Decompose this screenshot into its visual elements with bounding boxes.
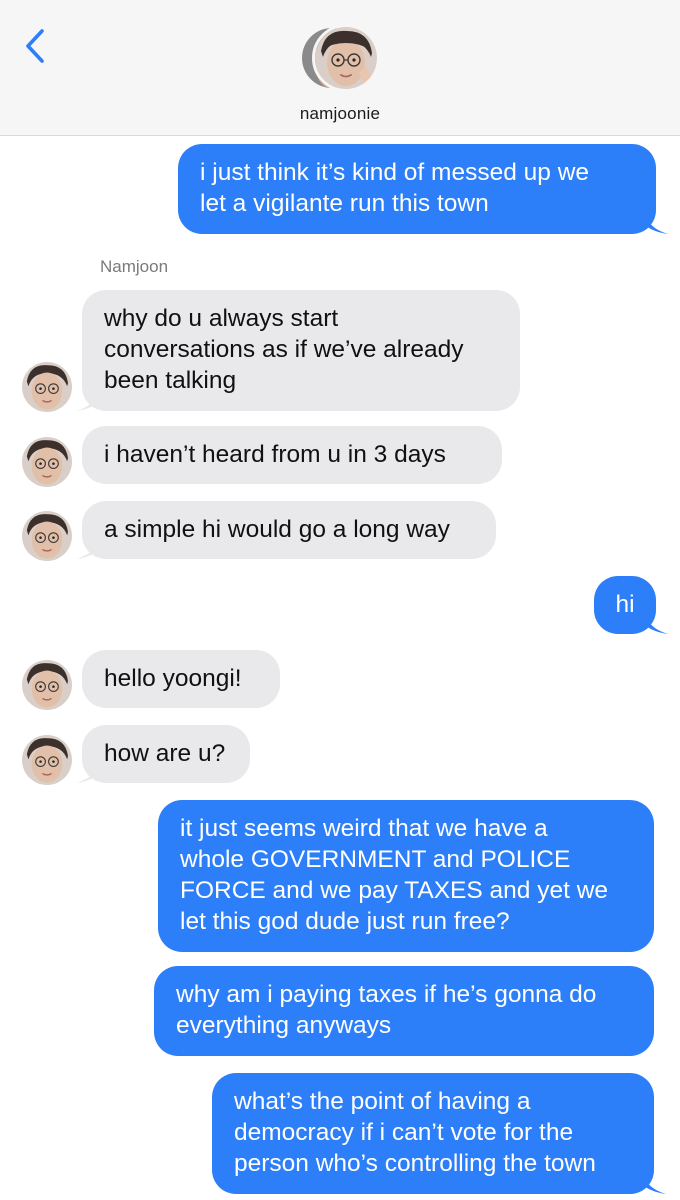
sender-name-label: Namjoon bbox=[100, 257, 169, 276]
message-line: it just seems weird that we have a bbox=[180, 815, 548, 842]
sender-avatar[interactable] bbox=[22, 437, 72, 487]
sent-message-bubble[interactable]: why am i paying taxes if he’s gonna do e… bbox=[154, 966, 654, 1056]
messages-screen: namjoonie i just think it’s kind of mess… bbox=[0, 0, 680, 1200]
chevron-left-icon bbox=[26, 29, 44, 63]
received-message-bubble[interactable]: how are u? bbox=[82, 725, 250, 783]
message-line: why am i paying taxes if he’s gonna do bbox=[176, 981, 597, 1008]
message-line: what’s the point of having a bbox=[234, 1088, 531, 1115]
sent-message-bubble[interactable]: i just think it’s kind of messed up we l… bbox=[178, 144, 656, 234]
sent-message-bubble[interactable]: it just seems weird that we have a whole… bbox=[158, 800, 654, 952]
sent-message-bubble[interactable]: what’s the point of having a democracy i… bbox=[212, 1073, 654, 1194]
message-line: FORCE and we pay TAXES and yet we bbox=[180, 877, 609, 904]
message-line: been talking bbox=[104, 367, 237, 394]
conversation-header: namjoonie bbox=[0, 0, 680, 136]
message-line: i just think it’s kind of messed up we bbox=[200, 159, 590, 186]
sender-avatar[interactable] bbox=[22, 511, 72, 561]
received-message-bubble[interactable]: a simple hi would go a long way bbox=[82, 501, 496, 559]
sender-avatar[interactable] bbox=[22, 735, 72, 785]
received-bubble-tail bbox=[76, 763, 98, 783]
message-line: conversations as if we’ve already bbox=[104, 336, 464, 363]
received-message-bubble[interactable]: why do u always start conversations as i… bbox=[82, 290, 520, 411]
sender-avatar[interactable] bbox=[22, 660, 72, 710]
sent-bubble-tail bbox=[644, 1174, 666, 1194]
sender-avatar[interactable] bbox=[22, 362, 72, 412]
message-line: let a vigilante run this town bbox=[200, 190, 489, 217]
received-bubble-tail bbox=[76, 391, 98, 411]
message-line: let this god dude just run free? bbox=[180, 908, 510, 935]
received-bubble-tail bbox=[76, 539, 98, 559]
message-line: why do u always start bbox=[104, 305, 339, 332]
back-button[interactable] bbox=[18, 26, 52, 66]
sent-bubble-tail bbox=[646, 214, 668, 234]
message-line: person who’s controlling the town bbox=[234, 1150, 596, 1177]
message-line: a simple hi would go a long way bbox=[104, 516, 450, 543]
received-message-bubble[interactable]: i haven’t heard from u in 3 days bbox=[82, 426, 502, 484]
message-line: hello yoongi! bbox=[104, 665, 242, 692]
contact-avatar[interactable] bbox=[298, 24, 384, 94]
contact-name[interactable]: namjoonie bbox=[0, 104, 680, 124]
sent-bubble-tail bbox=[646, 614, 668, 634]
contact-avatar-front bbox=[312, 24, 380, 92]
message-line: whole GOVERNMENT and POLICE bbox=[180, 846, 571, 873]
message-line: i haven’t heard from u in 3 days bbox=[104, 441, 446, 468]
received-message-bubble[interactable]: hello yoongi! bbox=[82, 650, 280, 708]
message-line: how are u? bbox=[104, 740, 226, 767]
message-line: democracy if i can’t vote for the bbox=[234, 1119, 574, 1146]
message-line: everything anyways bbox=[176, 1012, 392, 1039]
